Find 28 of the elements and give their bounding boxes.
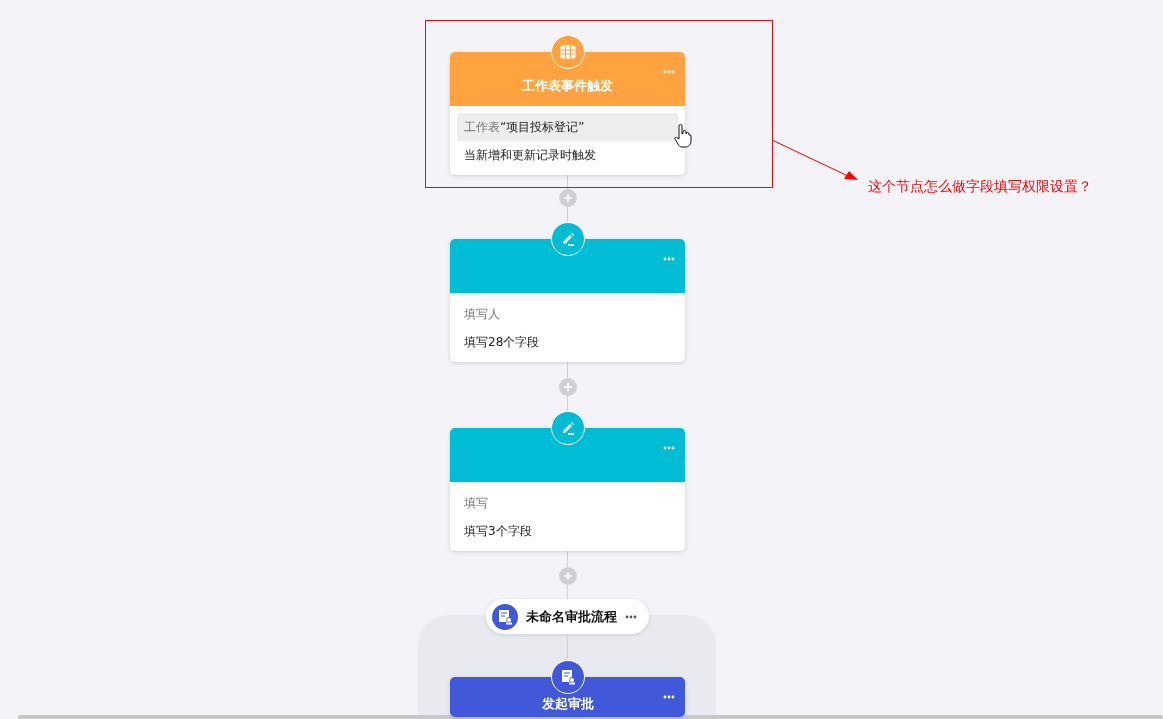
- node-detail: 填写人: [463, 306, 501, 323]
- flow-node-card[interactable]: 填写人 填写28个字段: [450, 239, 685, 362]
- plus-icon: [562, 382, 573, 392]
- node-detail: 填写28个字段: [463, 334, 541, 351]
- node-title: 工作表事件触发: [522, 77, 613, 96]
- node-detail: 填写3个字段: [463, 523, 533, 540]
- node-title: 发起审批: [541, 694, 594, 713]
- plus-icon: [562, 571, 573, 581]
- add-node-button[interactable]: [558, 567, 577, 585]
- horizontal-scrollbar[interactable]: [18, 715, 1163, 719]
- hand-cursor-icon: [674, 124, 692, 148]
- selected-node-detail: 工作表“项目投标登记”: [457, 113, 678, 141]
- flow-node-card[interactable]: 填写 填写3个字段: [450, 428, 685, 551]
- pencil-icon-badge: [550, 222, 585, 256]
- flow-node-card[interactable]: 工作表事件触发 工作表“项目投标登记” 当新增和更新记录时触发: [450, 52, 685, 175]
- add-node-button[interactable]: [558, 378, 577, 396]
- more-options-icon[interactable]: [625, 615, 637, 619]
- document-icon: [492, 603, 518, 630]
- more-options-icon[interactable]: [663, 694, 675, 699]
- approval-flow-pill[interactable]: 未命名审批流程: [486, 599, 649, 634]
- node-detail: 填写: [463, 495, 489, 512]
- add-node-button[interactable]: [558, 189, 577, 207]
- node-detail: 当新增和更新记录时触发: [463, 147, 597, 164]
- table-icon-badge: [550, 35, 585, 69]
- plus-icon: [562, 193, 573, 203]
- annotation-text: 这个节点怎么做字段填写权限设置？: [868, 177, 1092, 196]
- flow-node-card[interactable]: 发起审批: [450, 677, 685, 717]
- pencil-icon-badge: [550, 411, 585, 445]
